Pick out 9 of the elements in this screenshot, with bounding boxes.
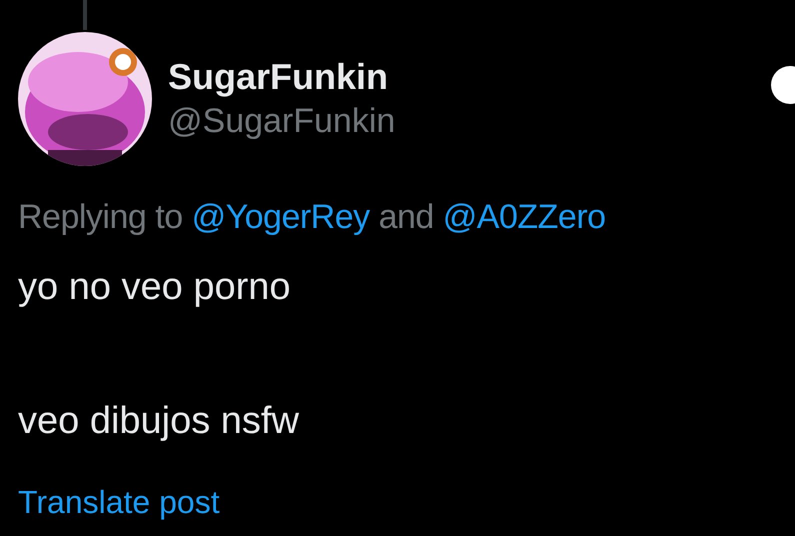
translate-link[interactable]: Translate post	[18, 478, 220, 526]
post-text: yo no veo porno	[18, 265, 292, 310]
mention-link[interactable]: @YogerRey	[192, 198, 370, 236]
post-text: veo dibujos nsfw	[18, 398, 300, 444]
display-name[interactable]: SugarFunkin	[168, 55, 396, 98]
user-handle[interactable]: @SugarFunkin	[168, 98, 396, 143]
replying-to-label: Replying to	[18, 198, 183, 236]
mention-link[interactable]: @A0ZZero	[442, 198, 606, 236]
joiner-text: and	[378, 198, 434, 236]
